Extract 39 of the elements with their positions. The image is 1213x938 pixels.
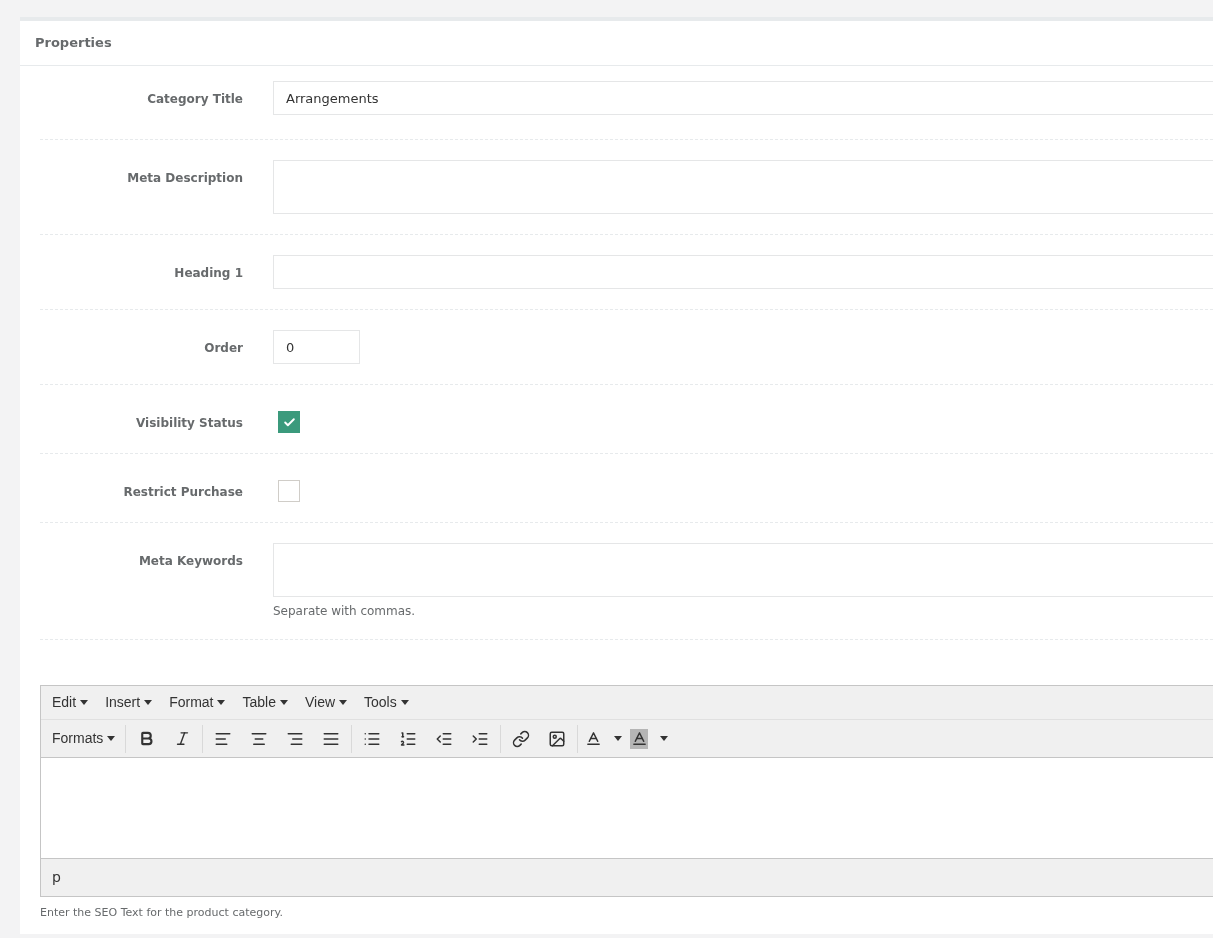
panel-title: Properties — [35, 34, 112, 53]
menu-item[interactable]: Tools — [357, 692, 416, 713]
menu-item[interactable]: Format — [162, 692, 233, 713]
menu-item[interactable]: Table — [235, 692, 295, 713]
menu-item[interactable]: Edit — [45, 692, 96, 713]
checkbox[interactable] — [278, 480, 300, 502]
caret-icon — [339, 700, 348, 705]
field-label: Order — [204, 341, 243, 355]
check-icon — [282, 415, 296, 429]
field-label: Meta Description — [127, 171, 243, 185]
text-field[interactable]: Arrangements — [273, 81, 1213, 115]
number-field[interactable]: 0 — [273, 330, 360, 364]
menu-item[interactable]: View — [297, 692, 355, 713]
caret-icon — [217, 700, 226, 705]
checkbox[interactable] — [278, 411, 300, 433]
caret-icon — [400, 700, 409, 705]
field-label: Visibility Status — [136, 416, 243, 430]
caret-icon — [279, 700, 288, 705]
field-label: Restrict Purchase — [123, 485, 243, 499]
menu-item[interactable]: Insert — [98, 692, 160, 713]
field-label: Heading 1 — [174, 266, 243, 280]
caret-icon — [144, 700, 153, 705]
field-label: Category Title — [147, 92, 243, 106]
caret-icon — [107, 736, 116, 741]
text-field[interactable] — [273, 255, 1213, 289]
help-text: Enter the SEO Text for the product category. — [40, 906, 283, 919]
caret-icon — [660, 736, 669, 741]
formats-dropdown[interactable]: Formats — [45, 724, 127, 753]
letter-a-underline-icon — [630, 730, 648, 747]
caret-icon — [614, 736, 623, 741]
numbered-list-icon — [399, 729, 418, 748]
background-color-button[interactable] — [630, 728, 649, 749]
image-icon — [548, 729, 567, 748]
element-path[interactable]: p — [52, 867, 61, 888]
caret-icon — [80, 700, 89, 705]
link-icon — [512, 729, 531, 748]
letter-a-underline-icon — [584, 730, 602, 747]
field-label: Meta Keywords — [138, 554, 243, 568]
help-text: Separate with commas. — [273, 603, 417, 619]
